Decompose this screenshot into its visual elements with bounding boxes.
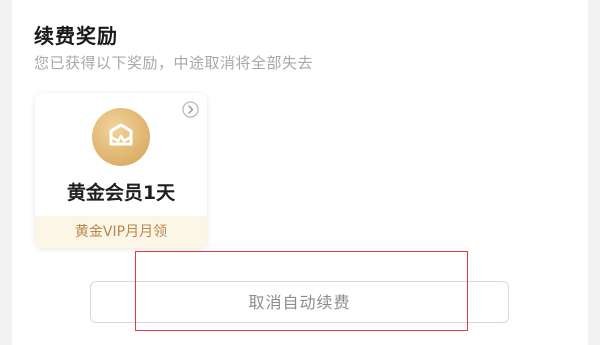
reward-card[interactable]: 黄金会员1天 黄金VIP月月领 bbox=[35, 93, 207, 248]
cancel-auto-renew-button[interactable]: 取消自动续费 bbox=[90, 281, 509, 323]
reward-title: 黄金会员1天 bbox=[66, 182, 176, 204]
crown-badge-icon bbox=[92, 108, 150, 166]
chevron-right-icon[interactable] bbox=[182, 101, 199, 118]
reward-footer: 黄金VIP月月领 bbox=[35, 216, 207, 248]
section-title: 续费奖励 bbox=[34, 24, 118, 48]
section-subtitle: 您已获得以下奖励，中途取消将全部失去 bbox=[34, 54, 314, 72]
